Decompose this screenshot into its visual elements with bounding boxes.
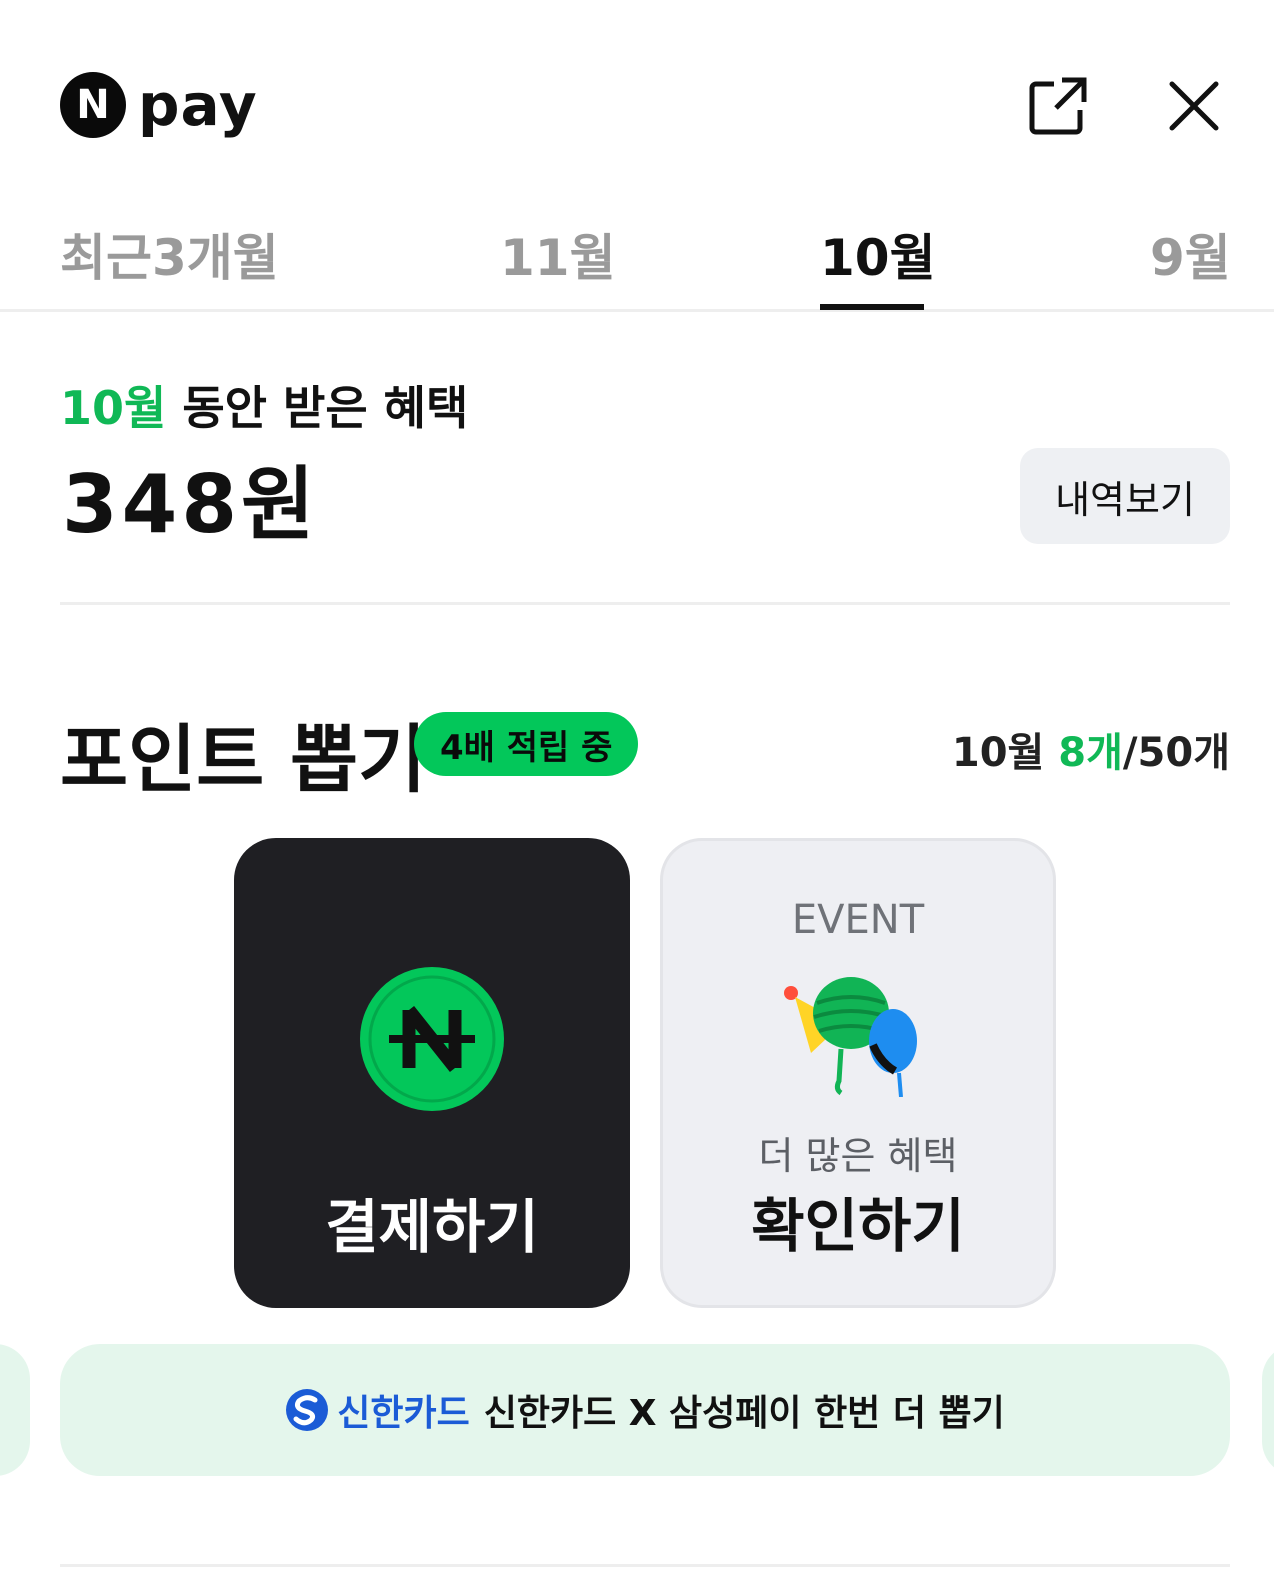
benefit-title-suffix: 동안 받은 혜택 xyxy=(166,381,469,435)
point-draw-title: 포인트 뽑기 xyxy=(60,717,427,803)
banner-peek-previous[interactable] xyxy=(0,1344,30,1476)
share-external-icon xyxy=(1029,77,1087,135)
tab-september[interactable]: 9월 xyxy=(1150,218,1231,308)
draw-count-month: 10월 xyxy=(951,730,1059,776)
month-tabs: 최근3개월 11월 10월 9월 xyxy=(0,200,1274,312)
banner-peek-next[interactable] xyxy=(1262,1344,1274,1476)
draw-count: 10월 8개/50개 xyxy=(952,720,1230,778)
header: N pay xyxy=(0,0,1274,190)
event-tag: EVENT xyxy=(791,897,925,943)
pay-card-label: 결제하기 xyxy=(325,1193,539,1261)
share-button[interactable] xyxy=(1024,72,1092,140)
shinhan-card-icon xyxy=(286,1389,329,1431)
banner-text: 신한카드 X 삼성페이 한번 더 뽑기 xyxy=(483,1393,1005,1434)
tab-november[interactable]: 11월 xyxy=(500,218,616,308)
tab-october[interactable]: 10월 xyxy=(820,218,936,308)
benefit-amount: 348원 xyxy=(62,458,319,551)
event-card-label: 확인하기 xyxy=(751,1192,965,1260)
logo-badge: N xyxy=(60,72,126,138)
shinhan-card-logo: 신한카드 xyxy=(285,1384,470,1436)
close-button[interactable] xyxy=(1160,72,1228,140)
divider xyxy=(60,602,1230,605)
npay-logo: N pay xyxy=(60,72,258,138)
benefit-month: 10월 xyxy=(60,381,167,435)
view-history-button[interactable]: 내역보기 xyxy=(1020,448,1230,544)
party-balloons-icon xyxy=(784,977,917,1097)
shinhan-card-brand: 신한카드 xyxy=(337,1393,470,1434)
npay-coin-icon xyxy=(360,967,504,1111)
logo-text: pay xyxy=(138,71,258,139)
multiplier-badge: 4배 적립 중 xyxy=(414,712,639,776)
close-icon xyxy=(1169,81,1219,131)
divider xyxy=(60,1564,1230,1567)
draw-count-total: /50개 xyxy=(1122,730,1230,776)
active-tab-indicator xyxy=(820,304,924,310)
draw-count-used: 8개 xyxy=(1058,730,1123,776)
event-subtitle: 더 많은 혜택 xyxy=(758,1134,958,1178)
benefit-title: 10월 동안 받은 혜택 xyxy=(60,372,468,438)
shinhan-samsungpay-banner[interactable]: 신한카드 신한카드 X 삼성페이 한번 더 뽑기 xyxy=(60,1344,1230,1476)
event-card[interactable]: EVENT 더 많은 혜택 확인하기 xyxy=(660,838,1056,1308)
pay-card[interactable]: 결제하기 xyxy=(234,838,630,1308)
tab-recent-3-months[interactable]: 최근3개월 xyxy=(60,218,279,308)
